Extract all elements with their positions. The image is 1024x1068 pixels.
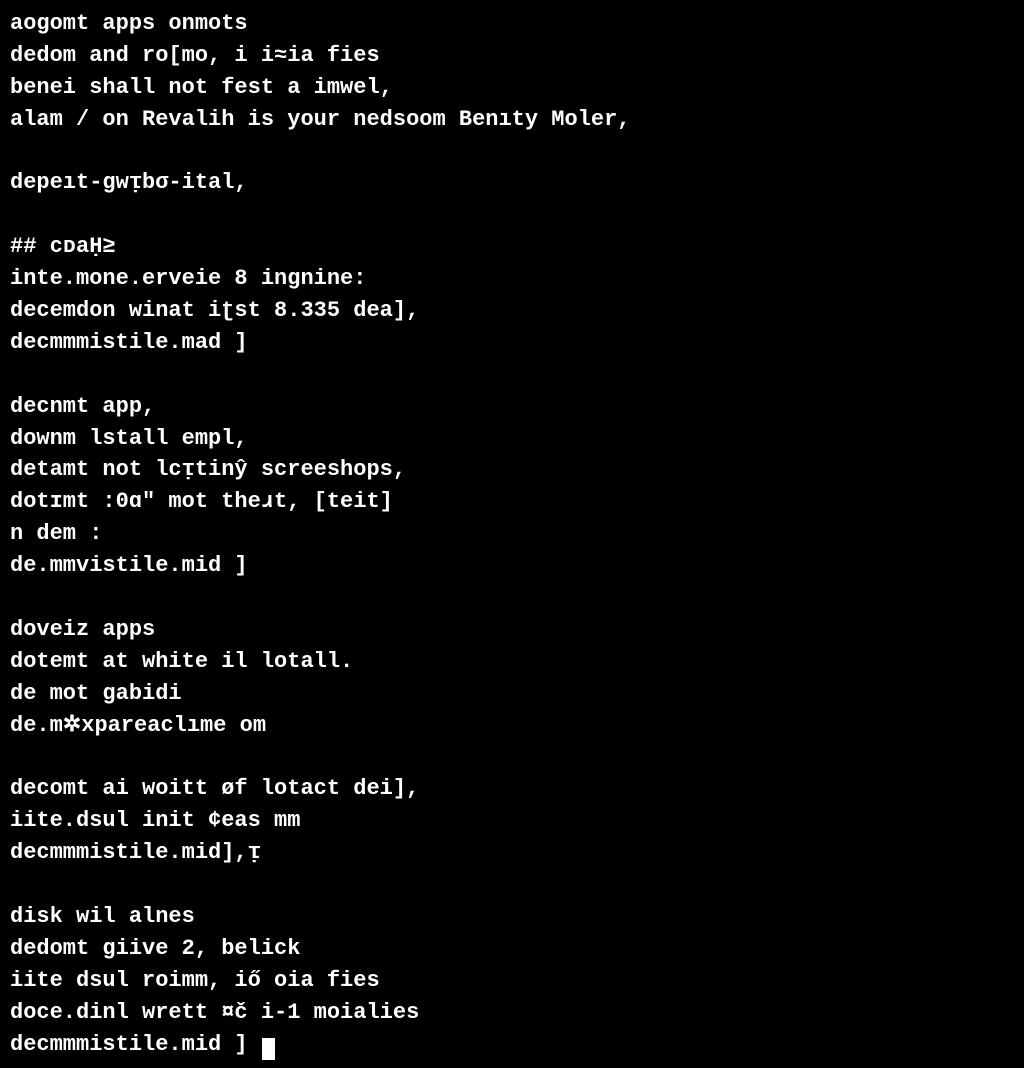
terminal-line: dotemt at white il lotall. — [10, 649, 353, 674]
terminal-line: de.m✲xpareaclıme om — [10, 713, 266, 738]
terminal-line: disk wil alnes — [10, 904, 195, 929]
terminal-line: decomt ai woitt øf lotact dei], — [10, 776, 419, 801]
terminal-line: detamt not lcᴉtinŷ screeshops, — [10, 457, 406, 482]
terminal-line: dedom and ro[mo, i i≈ia fies — [10, 43, 380, 68]
terminal-line: benei shall not fest a imwel, — [10, 75, 393, 100]
terminal-line: dedomt giive 2, belick — [10, 936, 300, 961]
terminal-line: n dem : — [10, 521, 102, 546]
terminal-line: iite dsul roimm, iő oia fies — [10, 968, 380, 993]
terminal-line: doce.dinl wrett ¤č i-1 moialies — [10, 1000, 419, 1025]
terminal-line: decmmmistile.mad ] — [10, 330, 248, 355]
terminal-line: depeıt-gwᴉbσ-ital, — [10, 170, 248, 195]
terminal-line: ## cᴅaḤ≥ — [10, 234, 116, 259]
terminal-line: decemdon winat iʈst 8.335 dea], — [10, 298, 419, 323]
terminal-line: downm lstall empl, — [10, 426, 248, 451]
terminal-line: iite.dsul init ¢eas mm — [10, 808, 300, 833]
terminal-line: dotɪmt :0ɑ" mot theɹt, [teit] — [10, 489, 393, 514]
terminal-line: doveiz apps — [10, 617, 155, 642]
terminal-line: de mot gabidi — [10, 681, 182, 706]
terminal-line: decmmmistile.mid],ᴉ — [10, 840, 261, 865]
terminal-line: de.mmvistile.mid ] — [10, 553, 248, 578]
terminal-output: aogomt apps onmots dedom and ro[mo, i i≈… — [10, 8, 1014, 1060]
terminal-line: decnmt app, — [10, 394, 155, 419]
terminal-line: alam / on Revalih is your nedsoom Benıty… — [10, 107, 631, 132]
terminal-cursor — [262, 1038, 275, 1060]
terminal-line: aogomt apps onmots — [10, 11, 248, 36]
terminal-line: inte.mone.erveie 8 ingnine: — [10, 266, 366, 291]
terminal-line: decmmmistile.mid ] — [10, 1032, 275, 1057]
